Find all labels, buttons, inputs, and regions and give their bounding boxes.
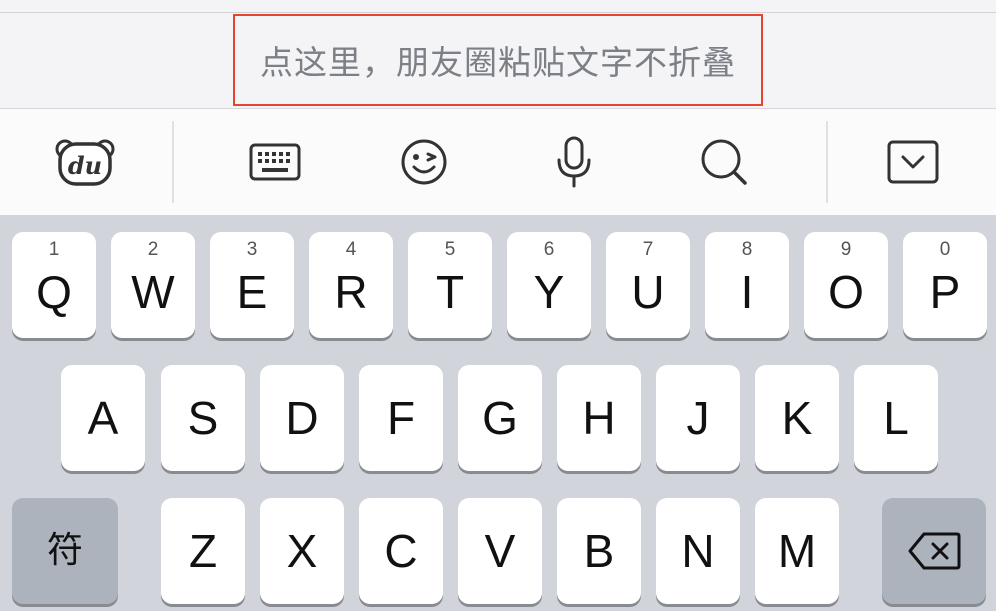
suggestion-bar: 点这里，朋友圈粘贴文字不折叠 — [0, 13, 996, 109]
key-g[interactable]: G — [458, 365, 542, 471]
key-h[interactable]: H — [557, 365, 641, 471]
symbol-key[interactable]: 符 — [12, 498, 118, 604]
key-l[interactable]: L — [854, 365, 938, 471]
toolbar-divider — [826, 121, 828, 203]
keyboard-toolbar: du — [0, 109, 996, 215]
key-p[interactable]: 0P — [903, 232, 987, 338]
key-y[interactable]: 6Y — [507, 232, 591, 338]
key-letter: K — [781, 392, 813, 444]
key-letter: R — [334, 266, 368, 318]
key-letter: U — [631, 266, 665, 318]
key-r[interactable]: 4R — [309, 232, 393, 338]
key-k[interactable]: K — [755, 365, 839, 471]
collapse-keyboard-icon[interactable] — [878, 129, 948, 195]
svg-text:du: du — [68, 151, 102, 180]
key-a[interactable]: A — [61, 365, 145, 471]
key-z[interactable]: Z — [161, 498, 245, 604]
key-letter: G — [482, 392, 518, 444]
key-letter: D — [285, 392, 319, 444]
key-letter: V — [484, 525, 516, 577]
key-letter: L — [883, 392, 909, 444]
key-letter: C — [384, 525, 418, 577]
key-letter: N — [681, 525, 715, 577]
key-letter: T — [435, 266, 465, 318]
key-number: 2 — [147, 239, 159, 260]
key-letter: X — [286, 525, 318, 577]
key-t[interactable]: 5T — [408, 232, 492, 338]
key-j[interactable]: J — [656, 365, 740, 471]
key-number: 8 — [741, 239, 753, 260]
key-letter: O — [828, 266, 864, 318]
key-letter: P — [929, 266, 961, 318]
key-letter: A — [87, 392, 119, 444]
key-q[interactable]: 1Q — [12, 232, 96, 338]
key-n[interactable]: N — [656, 498, 740, 604]
key-w[interactable]: 2W — [111, 232, 195, 338]
key-e[interactable]: 3E — [210, 232, 294, 338]
key-o[interactable]: 9O — [804, 232, 888, 338]
key-number: 1 — [48, 239, 60, 260]
key-letter: B — [583, 525, 615, 577]
key-letter: J — [686, 392, 710, 444]
key-letter: I — [740, 266, 754, 318]
key-number: 5 — [444, 239, 456, 260]
key-letter: F — [386, 392, 416, 444]
key-u[interactable]: 7U — [606, 232, 690, 338]
microphone-icon[interactable] — [539, 129, 609, 195]
key-i[interactable]: 8I — [705, 232, 789, 338]
key-number: 4 — [345, 239, 357, 260]
symbol-key-label: 符 — [46, 530, 83, 571]
key-d[interactable]: D — [260, 365, 344, 471]
du-bear-logo-icon[interactable]: du — [50, 129, 120, 195]
key-c[interactable]: C — [359, 498, 443, 604]
emoji-wink-icon[interactable] — [389, 129, 459, 195]
delete-key[interactable] — [882, 498, 986, 604]
key-letter: Q — [36, 266, 72, 318]
paste-hint-banner[interactable]: 点这里，朋友圈粘贴文字不折叠 — [233, 14, 763, 106]
toolbar-divider — [172, 121, 174, 203]
key-letter: Z — [188, 525, 218, 577]
key-x[interactable]: X — [260, 498, 344, 604]
key-letter: S — [187, 392, 219, 444]
key-f[interactable]: F — [359, 365, 443, 471]
key-v[interactable]: V — [458, 498, 542, 604]
key-number: 0 — [939, 239, 951, 260]
key-number: 6 — [543, 239, 555, 260]
key-number: 9 — [840, 239, 852, 260]
key-b[interactable]: B — [557, 498, 641, 604]
keyboard: 1Q 2W 3E 4R 5T 6Y 7U 8I 9O 0P A S D F G … — [0, 215, 996, 611]
top-edge — [0, 0, 996, 13]
key-letter: M — [777, 525, 817, 577]
key-letter: H — [582, 392, 616, 444]
key-m[interactable]: M — [755, 498, 839, 604]
key-s[interactable]: S — [161, 365, 245, 471]
backspace-icon — [908, 532, 961, 570]
search-icon[interactable] — [689, 129, 759, 195]
key-letter: E — [236, 266, 268, 318]
keyboard-icon[interactable] — [240, 129, 310, 195]
key-number: 7 — [642, 239, 654, 260]
key-number: 3 — [246, 239, 258, 260]
key-letter: W — [131, 266, 175, 318]
key-letter: Y — [533, 266, 565, 318]
